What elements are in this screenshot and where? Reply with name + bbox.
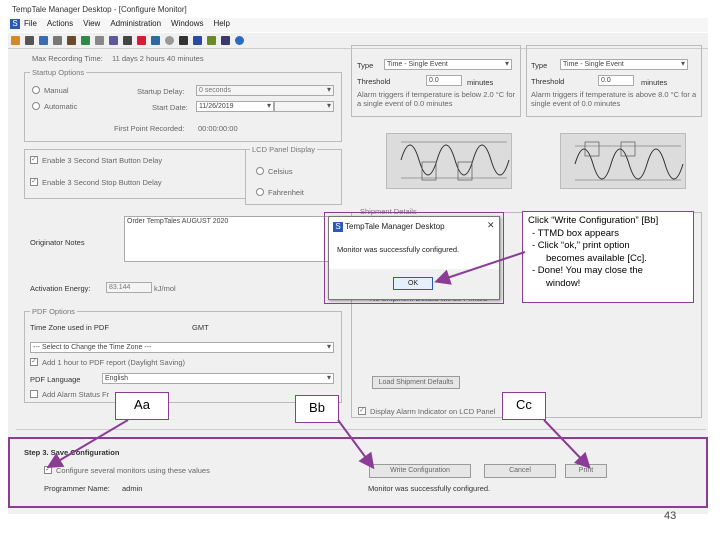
annotation-arrows xyxy=(46,251,591,470)
page-number: 43 xyxy=(664,510,677,522)
arrow-cc-to-print xyxy=(543,419,591,469)
arrow-callout-to-ok xyxy=(434,251,526,285)
arrow-bb-to-write xyxy=(337,419,375,470)
arrow-aa-to-checkbox xyxy=(46,419,129,469)
